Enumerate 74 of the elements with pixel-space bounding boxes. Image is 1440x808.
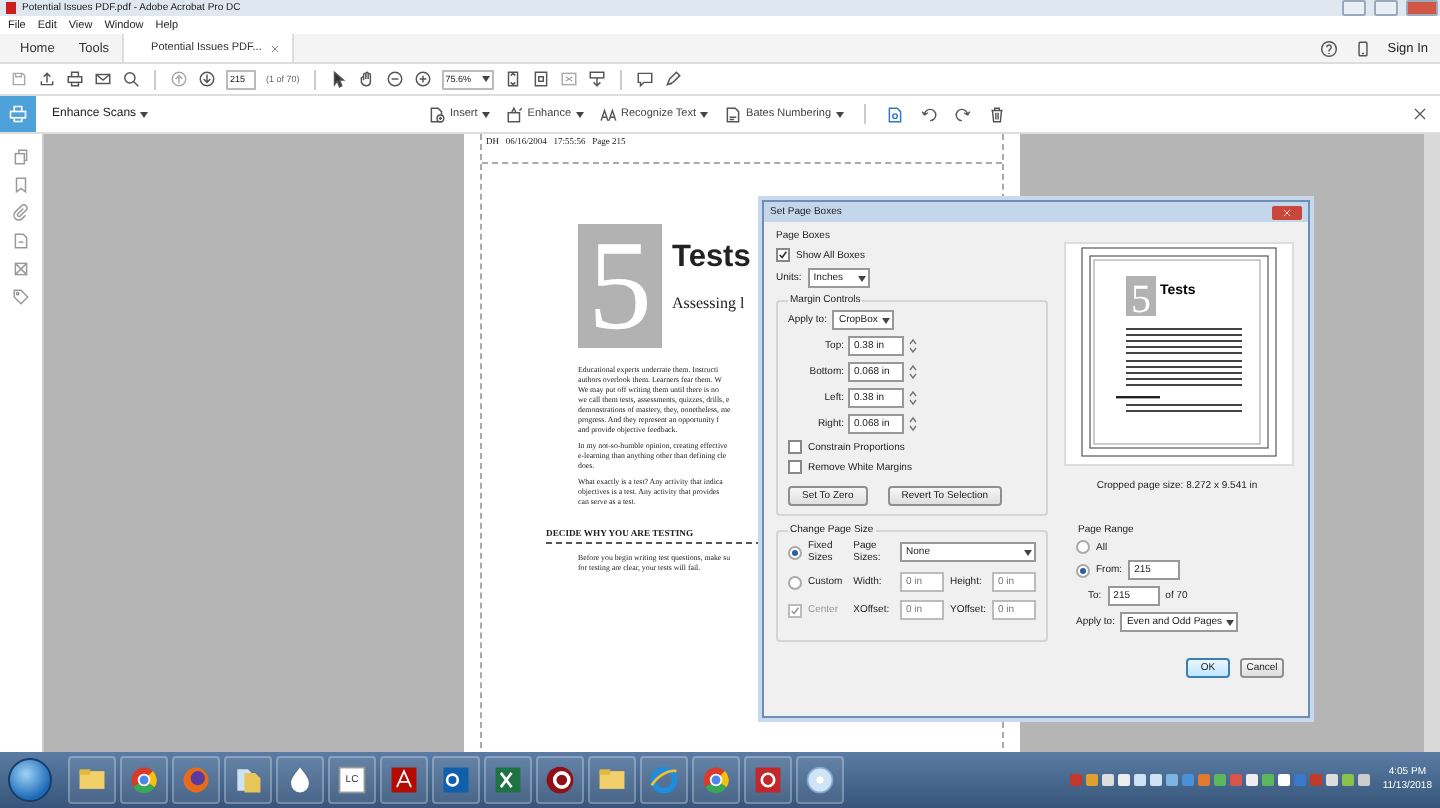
scrollbar[interactable] — [1424, 134, 1440, 758]
radio-button[interactable] — [1076, 563, 1090, 577]
caret-icon — [857, 275, 866, 281]
taskbar-app-icon[interactable] — [796, 756, 844, 804]
mobile-icon[interactable] — [1353, 39, 1372, 57]
radio-button[interactable] — [1076, 540, 1090, 554]
checkbox[interactable] — [776, 248, 790, 262]
pages-icon[interactable] — [12, 148, 30, 166]
caret-icon — [835, 111, 844, 117]
comment-icon[interactable] — [635, 70, 654, 88]
taskbar-app-icon[interactable] — [744, 756, 792, 804]
caret-icon — [1024, 549, 1032, 555]
bookmark-icon[interactable] — [12, 176, 30, 194]
save-icon[interactable] — [10, 70, 28, 88]
spinner-icon[interactable] — [908, 364, 918, 380]
tool-icon — [724, 105, 743, 123]
taskbar-app-icon[interactable] — [588, 756, 636, 804]
pointer-icon[interactable] — [329, 70, 348, 88]
taskbar-app-icon[interactable] — [692, 756, 740, 804]
close-icon[interactable] — [1412, 106, 1428, 122]
checkbox[interactable] — [788, 440, 802, 454]
caret-icon — [575, 111, 584, 117]
spinner-icon[interactable] — [908, 338, 918, 354]
taskbar-app-icon[interactable] — [224, 756, 272, 804]
tag-icon[interactable] — [12, 288, 30, 306]
rotate-left-icon[interactable] — [919, 105, 938, 123]
pen-icon[interactable] — [663, 70, 682, 88]
chapter-number: 5 — [578, 224, 662, 348]
close-icon — [1282, 207, 1292, 217]
checkbox[interactable] — [788, 460, 802, 474]
spinner-icon[interactable] — [908, 390, 918, 406]
caret-icon — [481, 111, 490, 117]
file-icon[interactable] — [12, 232, 30, 250]
taskbar-app-icon[interactable] — [432, 756, 480, 804]
caret-icon — [882, 317, 891, 323]
rotate-right-icon[interactable] — [953, 105, 972, 123]
upload-icon[interactable] — [38, 70, 56, 88]
radio-button[interactable] — [788, 575, 802, 589]
spinner-icon[interactable] — [908, 416, 918, 432]
page-search-icon[interactable] — [885, 105, 904, 123]
tool-icon — [599, 105, 618, 123]
zoom-in-icon[interactable] — [413, 70, 432, 88]
caret-icon — [140, 111, 149, 117]
taskbar-app-icon[interactable] — [536, 756, 584, 804]
fit-page-icon[interactable] — [503, 70, 522, 88]
caret-icon — [700, 111, 709, 117]
tool-icon — [505, 105, 524, 123]
mail-icon[interactable] — [94, 70, 112, 88]
read-mode-icon[interactable] — [587, 70, 606, 88]
previous-page-icon[interactable] — [170, 70, 188, 88]
search-icon[interactable] — [122, 70, 140, 88]
taskbar-app-icon[interactable] — [68, 756, 116, 804]
next-page-icon[interactable] — [198, 70, 216, 88]
taskbar-app-icon[interactable] — [276, 756, 324, 804]
trash-icon[interactable] — [987, 105, 1006, 123]
taskbar-app-icon[interactable] — [380, 756, 428, 804]
zoom-out-icon[interactable] — [385, 70, 404, 88]
chapter-subtitle: Assessing l — [672, 294, 747, 312]
app-icon — [6, 2, 16, 14]
chapter-title: Tests — [672, 240, 751, 276]
close-button[interactable] — [1272, 205, 1302, 219]
taskbar-app-icon[interactable] — [120, 756, 168, 804]
fit-width-icon[interactable] — [531, 70, 550, 88]
start-button[interactable] — [8, 758, 52, 802]
close-icon[interactable] — [269, 43, 280, 53]
hand-icon[interactable] — [357, 70, 376, 88]
caret-icon — [1226, 619, 1235, 625]
caret-icon — [481, 76, 490, 82]
print-icon[interactable] — [66, 70, 84, 88]
help-icon[interactable] — [1319, 39, 1338, 57]
radio-button[interactable] — [788, 545, 802, 559]
paperclip-icon[interactable] — [12, 204, 30, 222]
taskbar-app-icon[interactable] — [484, 756, 532, 804]
tool-icon — [428, 105, 447, 123]
